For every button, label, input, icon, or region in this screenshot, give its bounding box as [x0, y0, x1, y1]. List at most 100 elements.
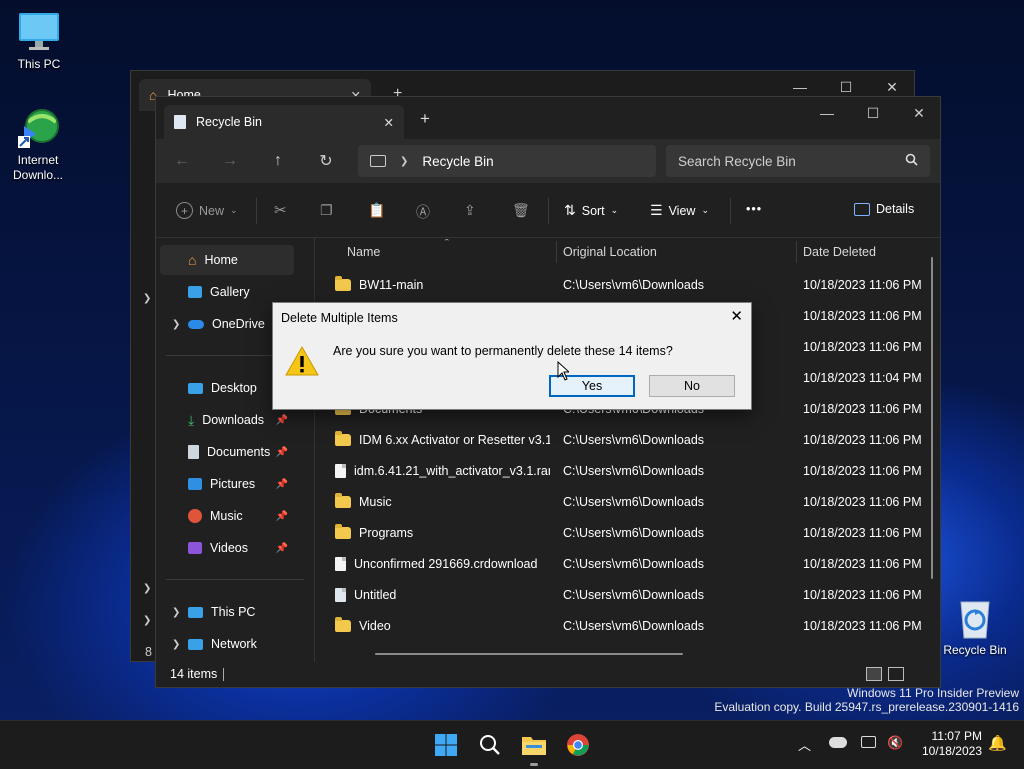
sidebar-item-documents[interactable]: Documents 📌: [160, 437, 294, 467]
desktop-icon-internet-download-manager[interactable]: Internet Downlo...: [0, 106, 76, 183]
sidebar-item-music[interactable]: Music 📌: [160, 501, 294, 531]
cell-date-deleted: 10/18/2023 11:06 PM: [803, 339, 922, 354]
network-display-icon[interactable]: [861, 736, 876, 748]
table-row[interactable]: BW11-main C:\Users\vm6\Downloads 10/18/202…: [315, 269, 940, 300]
table-row[interactable]: Video C:\Users\vm6\Downloads 10/18/2023 11…: [315, 610, 940, 641]
minimize-button[interactable]: —: [804, 97, 850, 129]
view-button[interactable]: ☰ View ⌄: [650, 202, 709, 219]
search-button[interactable]: [474, 729, 506, 761]
pin-icon[interactable]: 📌: [276, 543, 288, 554]
up-arrow-icon[interactable]: ↑: [262, 145, 294, 177]
view-list-icon: ☰: [650, 202, 663, 218]
volume-muted-icon[interactable]: 🔇: [887, 735, 903, 751]
sidebar-item-home[interactable]: ⌂ Home: [160, 245, 294, 275]
close-tab-icon[interactable]: ✕: [384, 115, 394, 130]
forward-arrow-icon[interactable]: →: [214, 145, 246, 177]
details-label: Details: [876, 202, 915, 216]
desktop-icon-this-pc[interactable]: This PC: [1, 10, 77, 72]
watermark-line-1: Windows 11 Pro Insider Preview: [847, 686, 1019, 700]
cell-date-deleted: 10/18/2023 11:04 PM: [803, 370, 922, 385]
details-view-icon[interactable]: [866, 667, 882, 681]
folder-icon: [335, 275, 351, 291]
file-name: Music: [359, 494, 392, 509]
close-button[interactable]: ✕: [896, 97, 942, 129]
onedrive-status-icon[interactable]: [829, 737, 847, 748]
desktop-icon-recycle-bin[interactable]: Recycle Bin: [937, 596, 1013, 658]
new-label: New: [199, 203, 225, 218]
rename-icon[interactable]: Ⓐ: [416, 202, 430, 222]
cut-icon[interactable]: ✂: [274, 201, 287, 219]
cell-name: IDM 6.xx Activator or Resetter v3.1: [335, 424, 550, 455]
sidebar-item-label: Videos: [210, 541, 248, 555]
file-name: BW11-main: [359, 277, 424, 292]
breadcrumb[interactable]: Recycle Bin: [422, 154, 493, 169]
evaluation-watermark: Windows 11 Pro Insider Preview Evaluatio…: [714, 686, 1019, 714]
chevron-right-icon[interactable]: ❯: [172, 639, 180, 650]
table-row[interactable]: Unconfirmed 291669.crdownload C:\Users\vm…: [315, 548, 940, 579]
address-bar[interactable]: ❯ Recycle Bin: [358, 145, 656, 177]
back-arrow-icon[interactable]: ←: [166, 145, 198, 177]
table-row[interactable]: Untitled C:\Users\vm6\Downloads 10/18/2023…: [315, 579, 940, 610]
chevron-down-icon: ⌄: [230, 205, 238, 215]
sidebar-item-label: Home: [204, 253, 238, 267]
pin-icon[interactable]: 📌: [276, 415, 288, 426]
clock[interactable]: 11:07 PM 10/18/2023: [914, 729, 982, 759]
desktop-icon-label: This PC: [17, 57, 61, 71]
tab-recycle-bin[interactable]: Recycle Bin ✕: [164, 105, 404, 139]
vertical-scrollbar[interactable]: [931, 257, 933, 579]
sidebar-item-label: Gallery: [210, 285, 250, 299]
sidebar-item-network[interactable]: ❯ Network: [160, 629, 294, 659]
delete-confirmation-dialog[interactable]: Delete Multiple Items ✕ Are you sure you…: [272, 302, 752, 410]
more-options-button[interactable]: •••: [746, 202, 762, 216]
table-row[interactable]: Programs C:\Users\vm6\Downloads 10/18/2023…: [315, 517, 940, 548]
horizontal-scrollbar[interactable]: [375, 653, 683, 655]
details-button[interactable]: Details: [854, 202, 914, 216]
share-icon[interactable]: ⇪: [464, 202, 476, 219]
delete-icon[interactable]: 🗑: [512, 202, 530, 219]
cell-name: Untitled: [335, 579, 550, 610]
chrome-taskbar-button[interactable]: [562, 729, 594, 761]
copy-icon[interactable]: ❐: [320, 202, 333, 219]
table-row[interactable]: idm.6.41.21_with_activator_v3.1.rar C:\Us…: [315, 455, 940, 486]
paste-icon[interactable]: 📋: [368, 202, 385, 219]
new-tab-button[interactable]: +: [420, 109, 430, 129]
notification-bell-icon[interactable]: 🔔: [988, 734, 1007, 752]
file-icon: [335, 463, 346, 478]
sidebar-item-videos[interactable]: Videos 📌: [160, 533, 294, 563]
search-icon: [480, 735, 500, 755]
cell-original-location: C:\Users\vm6\Downloads: [563, 494, 705, 509]
search-input[interactable]: Search Recycle Bin: [678, 154, 905, 169]
search-box[interactable]: Search Recycle Bin: [666, 145, 930, 177]
chevron-right-icon[interactable]: ❯: [172, 607, 180, 618]
pin-icon[interactable]: 📌: [276, 511, 288, 522]
sidebar-item-this-pc[interactable]: ❯ This PC: [160, 597, 294, 627]
sidebar-item-pictures[interactable]: Pictures 📌: [160, 469, 294, 499]
table-row[interactable]: IDM 6.xx Activator or Resetter v3.1 C:\Us…: [315, 424, 940, 455]
cell-name: Programs: [335, 517, 550, 548]
tiles-view-icon[interactable]: [888, 667, 904, 681]
column-header-name[interactable]: Name: [347, 239, 380, 265]
maximize-button[interactable]: ☐: [850, 97, 896, 129]
sort-button[interactable]: ⇅ Sort ⌄: [564, 202, 618, 219]
column-header-original-location[interactable]: Original Location: [563, 239, 657, 265]
monitor-icon: [17, 10, 61, 54]
refresh-icon[interactable]: ↻: [310, 145, 342, 177]
new-button[interactable]: + New ⌄: [176, 202, 238, 219]
document-icon: [188, 445, 199, 459]
show-hidden-icons-chevron-up-icon[interactable]: ︿: [798, 735, 811, 754]
file-name: Untitled: [354, 587, 397, 602]
chevron-right-icon[interactable]: ❯: [172, 319, 180, 330]
file-explorer-taskbar-button[interactable]: [518, 729, 550, 761]
search-icon[interactable]: [905, 153, 918, 169]
table-row[interactable]: Music C:\Users\vm6\Downloads 10/18/2023 11…: [315, 486, 940, 517]
no-button[interactable]: No: [649, 375, 735, 397]
pictures-icon: [188, 478, 202, 490]
cell-name: idm.6.41.21_with_activator_v3.1.rar: [335, 455, 550, 486]
home-icon: ⌂: [188, 252, 197, 268]
pin-icon[interactable]: 📌: [276, 447, 288, 458]
start-button[interactable]: [430, 729, 462, 761]
column-header-date-deleted[interactable]: Date Deleted: [803, 239, 876, 265]
column-header-row: Name ⌃ Original Location Date Deleted: [315, 239, 940, 265]
dialog-close-button[interactable]: ✕: [730, 307, 743, 325]
pin-icon[interactable]: 📌: [276, 479, 288, 490]
